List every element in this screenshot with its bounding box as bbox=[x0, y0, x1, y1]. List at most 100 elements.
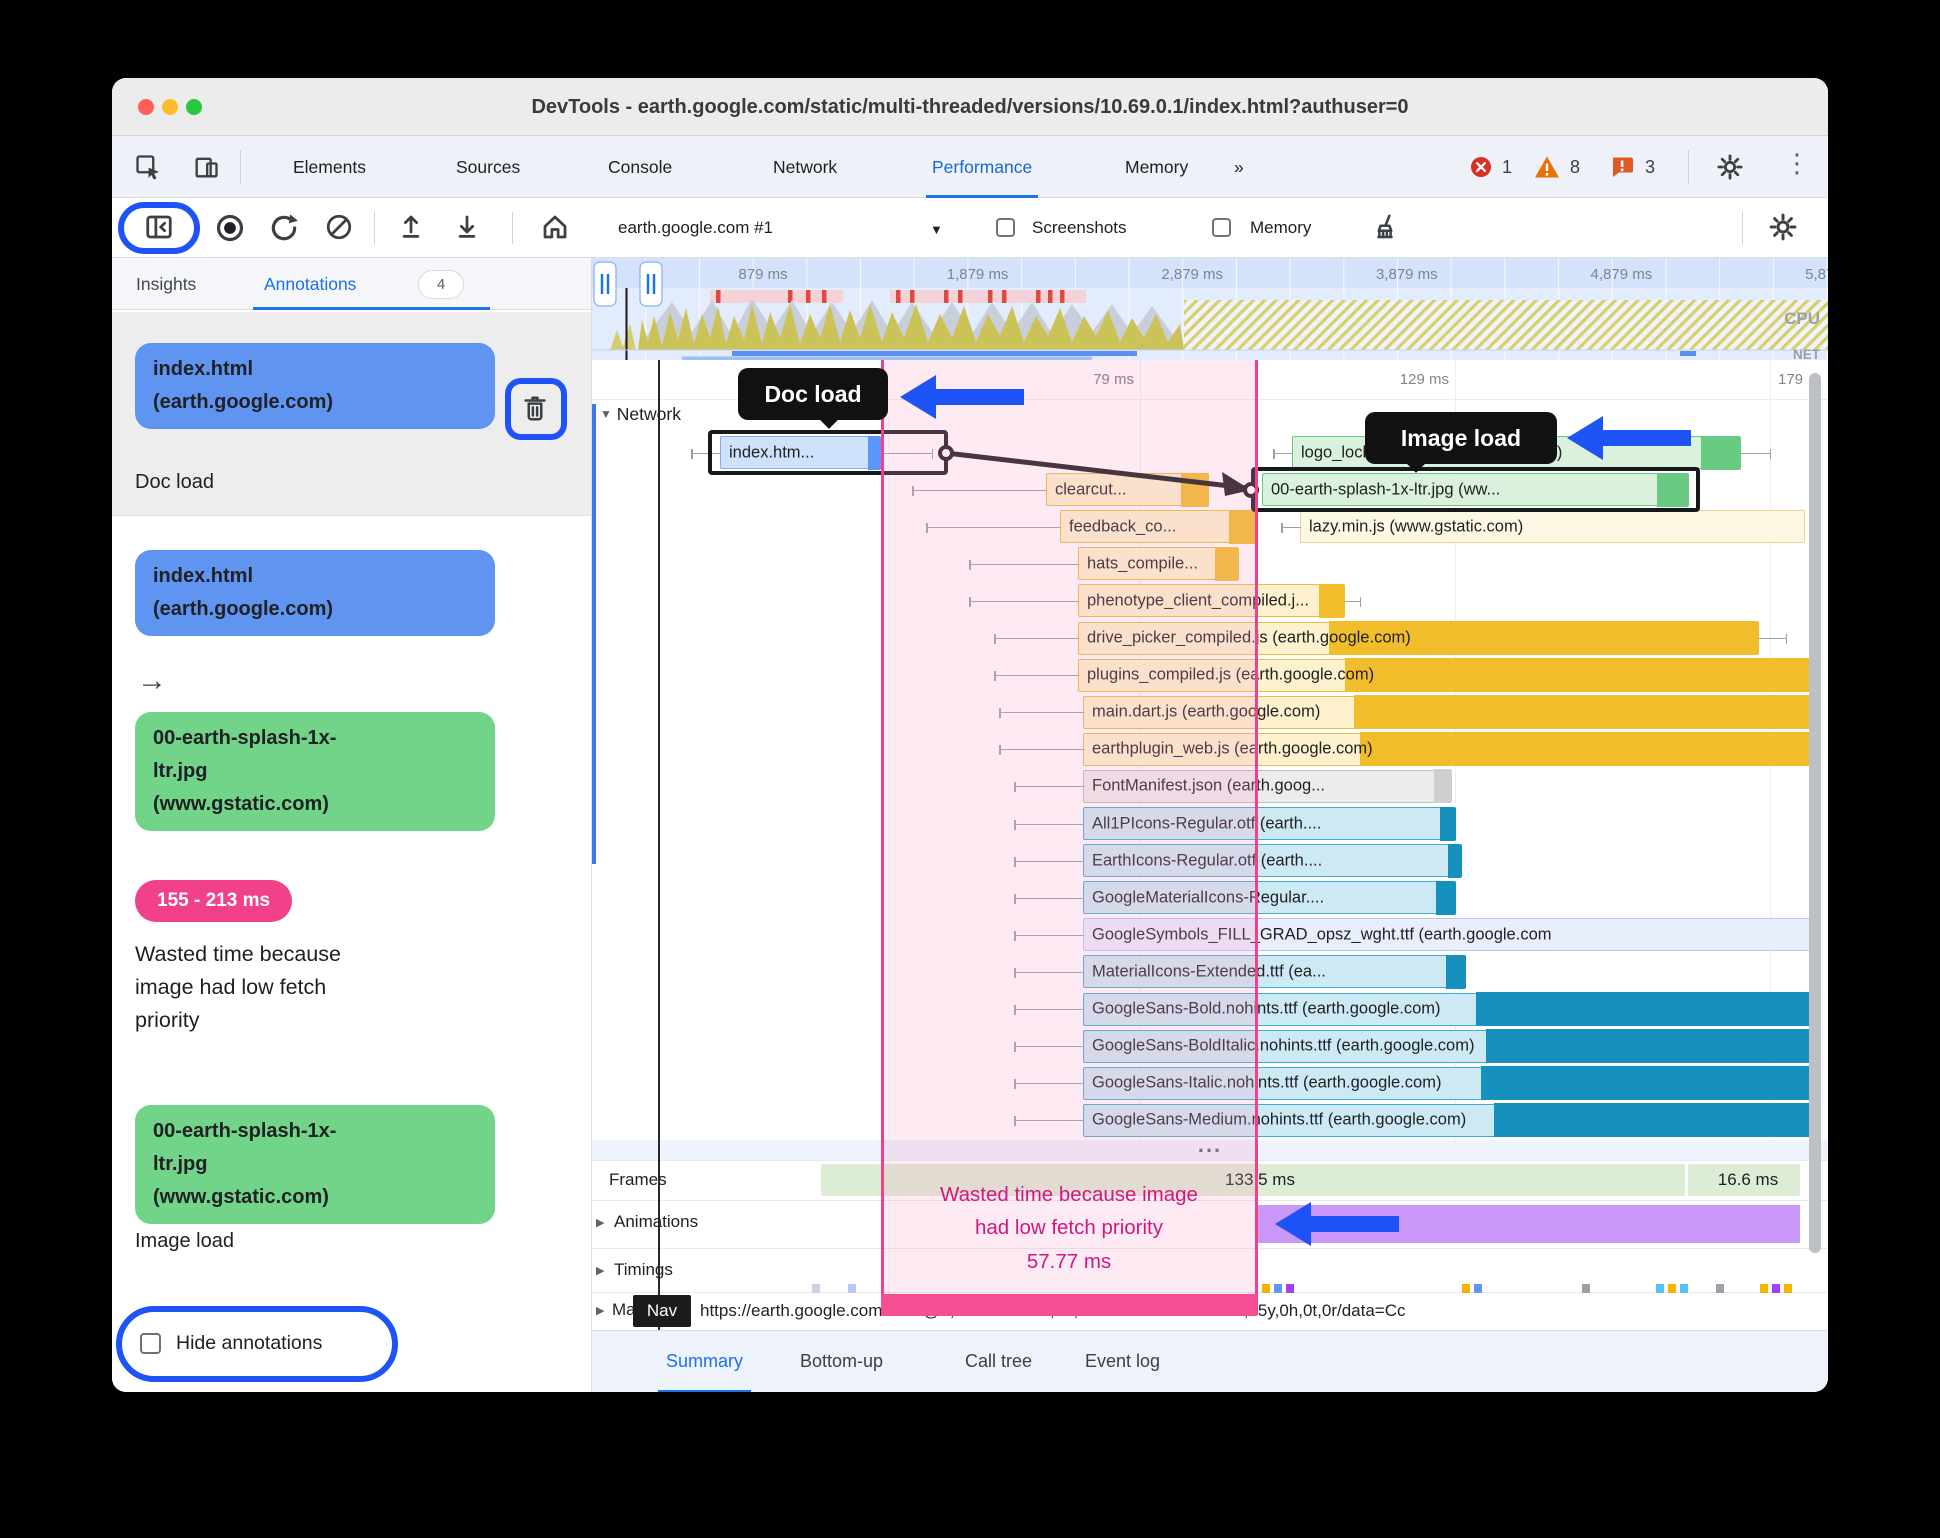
memory-checkbox[interactable] bbox=[1212, 218, 1231, 237]
network-request-bar[interactable]: GoogleSymbols_FILL_GRAD_opsz_wght.ttf (e… bbox=[1014, 918, 1812, 952]
record-icon[interactable] bbox=[214, 212, 246, 244]
network-track-accent bbox=[592, 404, 596, 864]
timeline-marker-line bbox=[658, 360, 660, 1330]
screenshots-checkbox[interactable] bbox=[996, 218, 1015, 237]
tab-sources[interactable]: Sources bbox=[456, 136, 520, 198]
wasted-time-text: Wasted time because image had low fetch p… bbox=[940, 1183, 1198, 1239]
nav-marker-chip: Nav bbox=[633, 1295, 691, 1327]
timings-track-label[interactable]: Timings bbox=[614, 1260, 673, 1280]
overview-time-label: 2,879 ms bbox=[1161, 266, 1223, 283]
arrow-right-icon: → bbox=[137, 664, 167, 697]
network-request-bar[interactable]: GoogleSans-Medium.nohints.ttf (earth.goo… bbox=[1014, 1103, 1813, 1138]
network-request-bar[interactable]: phenotype_client_compiled.j... bbox=[969, 583, 1361, 618]
tab-insights[interactable]: Insights bbox=[136, 258, 196, 310]
network-track-label: Network bbox=[616, 404, 681, 424]
network-request-bar[interactable]: feedback_co... bbox=[926, 509, 1257, 544]
kebab-menu-icon[interactable]: ⋮ bbox=[1784, 148, 1810, 179]
hide-annotations-checkbox[interactable] bbox=[140, 1333, 161, 1354]
chevron-down-icon[interactable]: ▼ bbox=[930, 222, 943, 237]
hide-annotations-label: Hide annotations bbox=[176, 1332, 323, 1354]
network-request-bar[interactable]: main.dart.js (earth.google.com) bbox=[999, 695, 1813, 730]
bottom-tab-bottom-up[interactable]: Bottom-up bbox=[800, 1331, 883, 1392]
doc-load-callout: Doc load bbox=[738, 368, 888, 429]
issues-badge-icon[interactable] bbox=[1610, 156, 1634, 178]
request-label: MaterialIcons-Extended.ttf (ea... bbox=[1092, 962, 1326, 981]
annotation-entry-time-range[interactable]: 155 - 213 ms Wasted time because image h… bbox=[112, 858, 591, 1088]
upload-profile-icon[interactable] bbox=[396, 212, 428, 244]
network-request-bar[interactable]: hats_compile... bbox=[969, 546, 1239, 581]
annotation-entry-doc-load[interactable]: index.html (earth.google.com) Doc load bbox=[112, 312, 591, 515]
network-track-header[interactable]: ▼ Network bbox=[600, 404, 681, 434]
performance-toolbar: earth.google.com #1 ▼ Screenshots Memory bbox=[112, 198, 1828, 258]
network-request-bar[interactable]: clearcut... bbox=[912, 472, 1209, 507]
annotated-request-outline bbox=[1251, 467, 1700, 513]
network-request-bar[interactable]: lazy.min.js (www.gstatic.com) bbox=[1281, 510, 1805, 544]
clear-icon[interactable] bbox=[324, 212, 356, 244]
annotation-entry-image-load[interactable]: 00-earth-splash-1x- ltr.jpg (www.gstatic… bbox=[112, 1088, 591, 1328]
network-request-bar[interactable]: EarthIcons-Regular.otf (earth.... bbox=[1014, 843, 1462, 878]
capture-settings-gear-icon[interactable] bbox=[1768, 212, 1800, 244]
network-request-bar[interactable]: All1PIcons-Regular.otf (earth.... bbox=[1014, 806, 1456, 841]
expand-triangle-icon[interactable]: ▶ bbox=[596, 1216, 604, 1229]
overview-time-label: 3,879 ms bbox=[1376, 266, 1438, 283]
annotation-entry-link[interactable]: index.html (earth.google.com) → 00-earth… bbox=[112, 516, 591, 846]
more-tabs-button[interactable]: » bbox=[1234, 136, 1244, 198]
overview-window-handle-left[interactable] bbox=[593, 261, 617, 307]
main-track-url: https://earth.google.com/web/@0,-0.37330… bbox=[700, 1295, 1828, 1327]
network-request-bar[interactable]: plugins_compiled.js (earth.google.com) bbox=[994, 658, 1813, 693]
collapse-triangle-icon[interactable]: ▼ bbox=[600, 407, 612, 421]
timeline-overview[interactable]: 879 ms 1,879 ms 2,879 ms 3,879 ms 4,879 ms 5,… bbox=[592, 258, 1828, 360]
entity-chip-splash-image: 00-earth-splash-1x- ltr.jpg (www.gstatic… bbox=[135, 712, 495, 831]
network-request-bar[interactable]: MaterialIcons-Extended.ttf (ea... bbox=[1014, 954, 1466, 989]
network-request-bar[interactable]: GoogleMaterialIcons-Regular.... bbox=[1014, 880, 1456, 915]
annotation-text: Wasted time because image had low fetch … bbox=[135, 942, 341, 1032]
annotation-label: Image load bbox=[135, 1230, 234, 1252]
devtools-tab-bar: Elements Sources Console Network Performance… bbox=[112, 136, 1828, 198]
settings-gear-icon[interactable] bbox=[1716, 153, 1744, 181]
frame-duration-value: 16.6 ms bbox=[1717, 1170, 1779, 1189]
tab-annotations[interactable]: Annotations bbox=[264, 258, 356, 310]
wasted-time-bottom-bar bbox=[881, 1294, 1257, 1316]
request-label: feedback_co... bbox=[1069, 517, 1177, 536]
animations-track-label[interactable]: Animations bbox=[614, 1212, 698, 1232]
device-toolbar-icon[interactable] bbox=[192, 153, 220, 181]
network-request-bar[interactable]: earthplugin_web.js (earth.google.com) bbox=[999, 732, 1813, 767]
request-label: GoogleMaterialIcons-Regular.... bbox=[1092, 888, 1325, 907]
wasted-time-value: 57.77 ms bbox=[1026, 1250, 1112, 1273]
network-request-bar[interactable]: GoogleSans-Italic.nohints.ttf (earth.goo… bbox=[1014, 1066, 1813, 1101]
bottom-tab-summary[interactable]: Summary bbox=[657, 1331, 752, 1392]
memory-label: Memory bbox=[1250, 218, 1312, 237]
request-label: lazy.min.js (www.gstatic.com) bbox=[1309, 517, 1524, 536]
error-count: 1 bbox=[1502, 157, 1513, 177]
expand-triangle-icon[interactable]: ▶ bbox=[596, 1264, 604, 1277]
request-label: EarthIcons-Regular.otf (earth.... bbox=[1092, 851, 1323, 870]
network-request-bar[interactable]: GoogleSans-Bold.nohints.ttf (earth.googl… bbox=[1014, 992, 1813, 1026]
bottom-tab-call-tree[interactable]: Call tree bbox=[965, 1331, 1032, 1392]
expand-triangle-icon[interactable]: ▶ bbox=[596, 1304, 604, 1317]
network-request-bar[interactable]: FontManifest.json (earth.goog... bbox=[1014, 769, 1452, 804]
overview-window-handle-right[interactable] bbox=[639, 261, 663, 307]
ruler-label-129ms: 129 ms bbox=[1399, 371, 1449, 388]
tab-performance[interactable]: Performance bbox=[925, 136, 1039, 198]
annotations-sidebar: Insights Annotations 4 index.html (earth… bbox=[112, 258, 592, 1392]
history-selector[interactable]: earth.google.com #1 bbox=[618, 198, 773, 258]
overview-time-label: 5,879 ms bbox=[1805, 266, 1828, 283]
tab-elements[interactable]: Elements bbox=[293, 136, 366, 198]
reload-record-icon[interactable] bbox=[268, 212, 300, 244]
inspect-icon[interactable] bbox=[134, 153, 162, 181]
warning-badge-icon[interactable] bbox=[1534, 155, 1560, 179]
home-icon[interactable] bbox=[540, 212, 572, 244]
bottom-tab-event-log[interactable]: Event log bbox=[1085, 1331, 1160, 1392]
divider bbox=[374, 212, 375, 244]
tab-console[interactable]: Console bbox=[608, 136, 672, 198]
tab-network[interactable]: Network bbox=[773, 136, 837, 198]
network-request-bar[interactable]: GoogleSans-BoldItalic.nohints.ttf (earth… bbox=[1014, 1029, 1813, 1064]
error-badge-icon[interactable] bbox=[1470, 156, 1492, 178]
tab-memory[interactable]: Memory bbox=[1125, 136, 1188, 198]
network-request-bar[interactable]: drive_picker_compiled.js (earth.google.c… bbox=[994, 621, 1787, 655]
garbage-collect-icon[interactable] bbox=[1370, 212, 1402, 244]
request-label: main.dart.js (earth.google.com) bbox=[1092, 702, 1321, 721]
vertical-scrollbar[interactable] bbox=[1809, 373, 1821, 1253]
download-profile-icon[interactable] bbox=[452, 212, 484, 244]
screenshots-label: Screenshots bbox=[1032, 218, 1127, 237]
